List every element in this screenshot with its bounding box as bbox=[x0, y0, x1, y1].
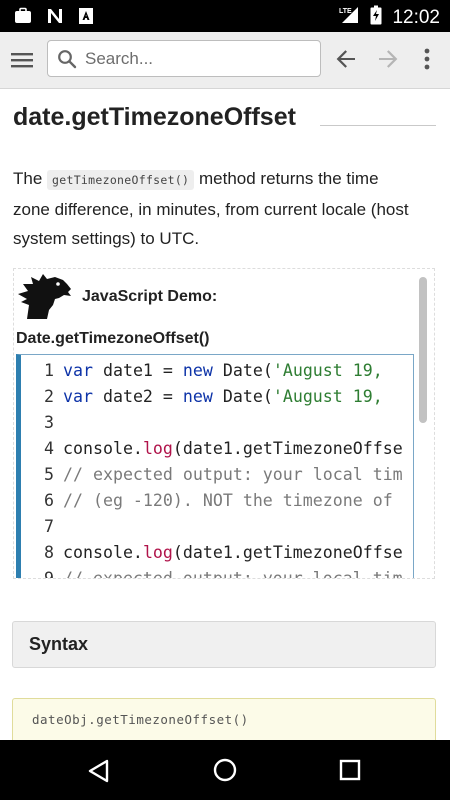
app-bar bbox=[0, 32, 450, 89]
code-line: 3 bbox=[21, 410, 413, 436]
title-divider bbox=[320, 125, 436, 126]
nav-recents-icon bbox=[339, 759, 361, 785]
network-type-label: LTE bbox=[339, 8, 352, 15]
code-text: var date2 = new Date('August 19, bbox=[63, 387, 393, 406]
intro-text-before: The bbox=[13, 169, 48, 188]
system-status: LTE 12:02 bbox=[338, 5, 440, 30]
code-line: 7 bbox=[21, 514, 413, 540]
arrow-forward-icon bbox=[375, 50, 401, 76]
code-text: // expected output: your local tim bbox=[63, 569, 403, 579]
n-app-icon bbox=[46, 7, 64, 30]
more-options-button[interactable] bbox=[417, 46, 437, 77]
forward-button[interactable] bbox=[375, 46, 401, 77]
code-line: 6 // (eg -120). NOT the timezone of bbox=[21, 488, 413, 514]
more-vert-icon bbox=[417, 48, 437, 76]
search-icon bbox=[57, 49, 77, 74]
code-line: 4 console.log(date1.getTimezoneOffse bbox=[21, 436, 413, 462]
code-text: console.log(date1.getTimezoneOffse bbox=[63, 439, 403, 458]
article-content: date.getTimezoneOffset The getTimezoneOf… bbox=[0, 89, 450, 740]
nav-home-icon bbox=[212, 758, 238, 787]
page-title: date.getTimezoneOffset bbox=[13, 103, 296, 131]
arrow-back-icon bbox=[333, 50, 359, 76]
line-number: 8 bbox=[44, 543, 54, 562]
line-number: 5 bbox=[44, 465, 54, 484]
syntax-section: Syntax bbox=[12, 621, 436, 668]
demo-scrollbar[interactable] bbox=[419, 277, 427, 423]
line-number: 3 bbox=[44, 413, 54, 432]
code-line: 2 var date2 = new Date('August 19, bbox=[21, 384, 413, 410]
code-line: 5 // expected output: your local tim bbox=[21, 462, 413, 488]
signal-icon: LTE bbox=[338, 5, 360, 30]
navigation-bar bbox=[0, 740, 450, 800]
clock-time: 12:02 bbox=[392, 6, 440, 28]
search-input[interactable] bbox=[83, 46, 315, 72]
demo-label: JavaScript Demo: bbox=[82, 288, 218, 305]
code-line: 8 console.log(date1.getTimezoneOffse bbox=[21, 540, 413, 566]
nav-back-button[interactable] bbox=[86, 758, 112, 789]
inline-code: getTimezoneOffset() bbox=[47, 170, 195, 190]
line-number: 6 bbox=[44, 491, 54, 510]
notification-icons bbox=[14, 7, 94, 30]
intro-paragraph: The getTimezoneOffset() method returns t… bbox=[13, 164, 413, 253]
menu-button[interactable] bbox=[8, 46, 36, 74]
syntax-code-block: dateObj.getTimezoneOffset() bbox=[12, 698, 436, 740]
a-news-icon bbox=[78, 7, 94, 30]
nav-back-icon bbox=[86, 759, 112, 788]
back-button[interactable] bbox=[333, 46, 359, 77]
syntax-code: dateObj.getTimezoneOffset() bbox=[32, 712, 249, 727]
search-box[interactable] bbox=[47, 40, 321, 77]
code-text: // expected output: your local tim bbox=[63, 465, 403, 484]
status-bar: LTE 12:02 bbox=[0, 0, 450, 32]
nav-home-button[interactable] bbox=[212, 757, 238, 788]
line-number: 4 bbox=[44, 439, 54, 458]
line-number: 7 bbox=[44, 517, 54, 536]
code-text: console.log(date1.getTimezoneOffse bbox=[63, 543, 403, 562]
nav-recents-button[interactable] bbox=[339, 759, 361, 786]
interactive-demo: JavaScript Demo: Date.getTimezoneOffset(… bbox=[13, 268, 435, 579]
code-line: 9 // expected output: your local tim bbox=[21, 566, 413, 579]
dinosaur-logo-icon bbox=[17, 272, 73, 325]
code-text: // (eg -120). NOT the timezone of bbox=[63, 491, 393, 510]
briefcase-icon bbox=[14, 7, 32, 30]
hamburger-menu-icon bbox=[8, 53, 36, 78]
battery-charging-icon bbox=[370, 5, 382, 30]
demo-subtitle: Date.getTimezoneOffset() bbox=[16, 330, 210, 347]
line-number: 9 bbox=[44, 569, 54, 579]
code-text: var date1 = new Date('August 19, bbox=[63, 361, 393, 380]
line-number: 2 bbox=[44, 387, 54, 406]
code-editor[interactable]: 1 var date1 = new Date('August 19, 2 var d… bbox=[16, 354, 414, 579]
syntax-heading: Syntax bbox=[29, 634, 89, 654]
line-number: 1 bbox=[44, 361, 54, 380]
code-line: 1 var date1 = new Date('August 19, bbox=[21, 358, 413, 384]
